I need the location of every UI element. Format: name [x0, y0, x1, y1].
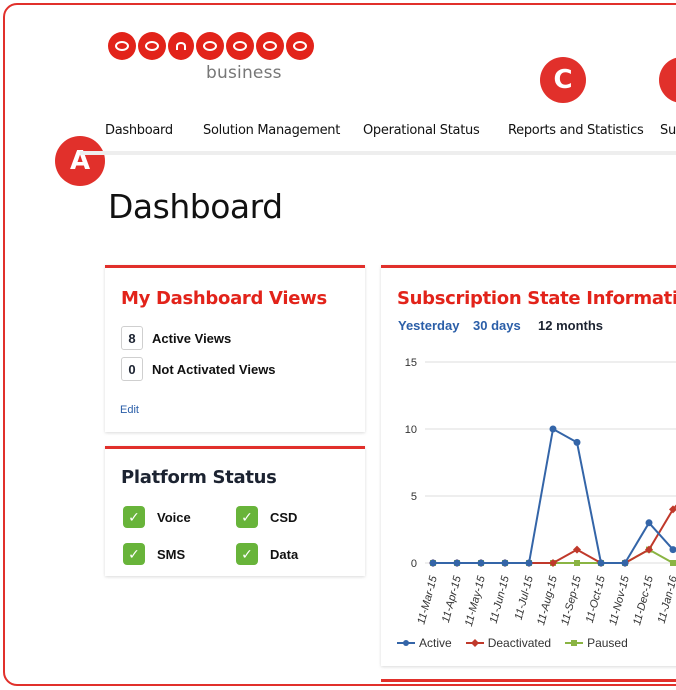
next-card-top — [381, 679, 676, 682]
data-point — [501, 559, 509, 567]
check-icon: ✓ — [236, 543, 258, 565]
nav-operational-status[interactable]: Operational Status — [363, 123, 508, 138]
callout-badge-c: C — [540, 57, 586, 103]
x-tick-label: 11-Apr-15 — [440, 574, 464, 624]
data-point — [525, 559, 533, 567]
x-tick-label: 11-Sep-15 — [559, 574, 584, 627]
x-tick-label: 11-Jul-15 — [513, 574, 536, 621]
series-line-deactivated — [433, 504, 676, 564]
y-tick-label: 15 — [405, 357, 417, 369]
x-tick-label: 11-Oct-15 — [584, 574, 608, 624]
nav-divider — [80, 151, 676, 155]
active-views-row[interactable]: 8 Active Views — [121, 326, 231, 350]
check-icon: ✓ — [236, 506, 258, 528]
data-point — [549, 425, 557, 433]
data-point — [477, 559, 485, 567]
nav-reports-statistics[interactable]: Reports and Statistics — [508, 123, 660, 138]
legend-paused[interactable]: Paused — [565, 636, 628, 650]
status-sms: ✓ SMS — [123, 543, 185, 565]
logo-subtitle: business — [206, 63, 282, 83]
data-point — [645, 519, 653, 527]
nav-support[interactable]: Su — [660, 123, 676, 138]
data-point — [453, 559, 461, 567]
window-frame: ooredoo business C A Dashboard Solution … — [3, 3, 676, 686]
check-icon: ✓ — [123, 543, 145, 565]
period-12-months[interactable]: 12 months — [538, 318, 603, 333]
x-tick-label: 11-Nov-15 — [607, 574, 632, 627]
data-point — [573, 438, 581, 446]
data-point — [621, 559, 629, 567]
not-activated-views-label: Not Activated Views — [152, 361, 276, 377]
y-tick-label: 10 — [405, 424, 417, 436]
period-yesterday[interactable]: Yesterday — [398, 318, 459, 333]
subscription-state-title: Subscription State Information — [397, 288, 676, 309]
x-tick-label: 11-Aug-15 — [535, 574, 560, 627]
data-point — [429, 559, 437, 567]
subscription-state-card: Subscription State Information Yesterday… — [381, 265, 676, 666]
data-point — [670, 560, 676, 566]
active-views-label: Active Views — [152, 330, 232, 346]
logo-mark — [108, 32, 314, 60]
status-data: ✓ Data — [236, 543, 298, 565]
dashboard-views-title: My Dashboard Views — [121, 288, 327, 309]
data-point — [597, 559, 605, 567]
edit-views-link[interactable]: Edit — [120, 404, 139, 416]
nav-solution-management[interactable]: Solution Management — [203, 123, 363, 138]
legend-deactivated[interactable]: Deactivated — [465, 636, 551, 650]
check-icon: ✓ — [123, 506, 145, 528]
y-tick-label: 0 — [411, 558, 417, 570]
not-activated-views-row[interactable]: 0 Not Activated Views — [121, 357, 276, 381]
platform-status-card: Platform Status ✓ Voice ✓ CSD ✓ SMS ✓ Da… — [105, 446, 365, 576]
data-point — [574, 560, 580, 566]
period-30-days[interactable]: 30 days — [473, 318, 521, 333]
chart-legend: Active Deactivated Paused — [397, 636, 628, 650]
data-point — [573, 545, 581, 554]
callout-badge-d — [659, 57, 676, 103]
x-tick-label: 11-Jan-16 — [656, 574, 676, 625]
platform-status-title: Platform Status — [121, 467, 277, 488]
y-tick-label: 5 — [411, 491, 417, 503]
page-title: Dashboard — [108, 187, 283, 226]
x-tick-label: 11-Jun-15 — [488, 574, 512, 625]
x-tick-label: 11-Mar-15 — [415, 574, 440, 626]
dashboard-views-card: My Dashboard Views 8 Active Views 0 Not … — [105, 265, 365, 432]
x-tick-label: 11-Dec-15 — [631, 574, 656, 627]
status-voice: ✓ Voice — [123, 506, 191, 528]
active-views-count: 8 — [121, 326, 143, 350]
subscription-chart: 0 5 10 15 11-Mar-15 11-Apr-15 11-May-15 11-Jun-… — [405, 357, 676, 628]
status-csd: ✓ CSD — [236, 506, 297, 528]
ooredoo-logo[interactable]: ooredoo business — [108, 32, 314, 83]
x-tick-label: 11-May-15 — [463, 574, 488, 628]
callout-badge-a: A — [55, 136, 105, 186]
legend-active[interactable]: Active — [397, 636, 452, 650]
nav-dashboard[interactable]: Dashboard — [105, 123, 203, 138]
main-nav: Dashboard Solution Management Operationa… — [105, 123, 676, 138]
not-activated-views-count: 0 — [121, 357, 143, 381]
